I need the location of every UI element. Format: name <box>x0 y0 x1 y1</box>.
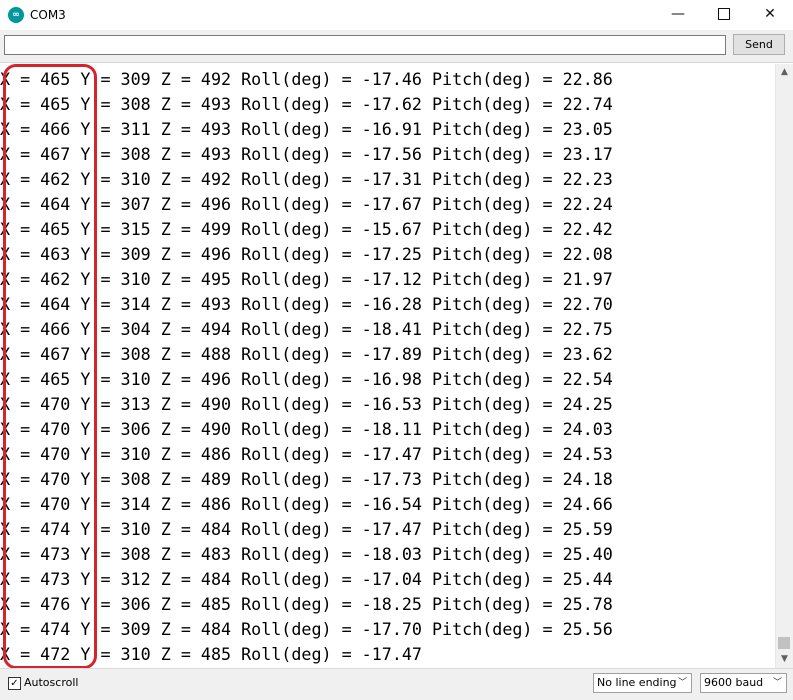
chevron-down-icon: ﹀ <box>677 678 687 688</box>
serial-line: X = 467 Y = 308 Z = 493 Roll(deg) = -17.… <box>0 144 613 164</box>
send-button[interactable]: Send <box>733 34 785 55</box>
send-bar: Send <box>0 30 793 63</box>
serial-line: X = 464 Y = 314 Z = 493 Roll(deg) = -16.… <box>0 294 613 314</box>
autoscroll-checkbox[interactable]: ✓ <box>8 677 21 690</box>
serial-line: X = 470 Y = 308 Z = 489 Roll(deg) = -17.… <box>0 469 613 489</box>
serial-line: X = 474 Y = 310 Z = 484 Roll(deg) = -17.… <box>0 519 613 539</box>
title-bar: ∞ COM3 — ✕ <box>0 0 793 30</box>
serial-line: X = 466 Y = 304 Z = 494 Roll(deg) = -18.… <box>0 319 613 339</box>
minimize-icon: — <box>671 6 685 22</box>
serial-line: X = 474 Y = 309 Z = 484 Roll(deg) = -17.… <box>0 619 613 639</box>
serial-line: X = 464 Y = 307 Z = 496 Roll(deg) = -17.… <box>0 194 613 214</box>
serial-line: X = 470 Y = 314 Z = 486 Roll(deg) = -16.… <box>0 494 613 514</box>
chevron-down-icon: ﹀ <box>772 678 782 688</box>
baud-rate-select[interactable]: 9600 baud ﹀ <box>700 673 787 693</box>
serial-line: X = 462 Y = 310 Z = 495 Roll(deg) = -17.… <box>0 269 613 289</box>
arduino-icon: ∞ <box>8 7 24 23</box>
serial-line: X = 466 Y = 311 Z = 493 Roll(deg) = -16.… <box>0 119 613 139</box>
minimize-button[interactable]: — <box>655 0 701 30</box>
close-icon: ✕ <box>764 6 776 22</box>
line-ending-select[interactable]: No line ending ﹀ <box>593 673 692 693</box>
serial-line: X = 465 Y = 308 Z = 493 Roll(deg) = -17.… <box>0 94 613 114</box>
serial-line: X = 462 Y = 310 Z = 492 Roll(deg) = -17.… <box>0 169 613 189</box>
serial-line: X = 467 Y = 308 Z = 488 Roll(deg) = -17.… <box>0 344 613 364</box>
line-ending-value: No line ending <box>597 676 677 689</box>
footer-bar: ✓ Autoscroll No line ending ﹀ 9600 baud … <box>0 668 793 700</box>
serial-line: X = 470 Y = 313 Z = 490 Roll(deg) = -16.… <box>0 394 613 414</box>
autoscroll-label: Autoscroll <box>24 676 79 689</box>
close-button[interactable]: ✕ <box>747 0 793 30</box>
scroll-up-icon[interactable]: ▲ <box>776 64 793 81</box>
serial-line: X = 465 Y = 309 Z = 492 Roll(deg) = -17.… <box>0 69 613 89</box>
vertical-scrollbar[interactable]: ▲ ▼ <box>775 64 793 668</box>
baud-rate-value: 9600 baud <box>704 676 764 689</box>
window-title: COM3 <box>30 8 66 22</box>
serial-line: X = 465 Y = 310 Z = 496 Roll(deg) = -16.… <box>0 369 613 389</box>
serial-line: X = 476 Y = 306 Z = 485 Roll(deg) = -18.… <box>0 594 613 614</box>
serial-line: X = 463 Y = 309 Z = 496 Roll(deg) = -17.… <box>0 244 613 264</box>
serial-line: X = 473 Y = 312 Z = 484 Roll(deg) = -17.… <box>0 569 613 589</box>
serial-input[interactable] <box>4 35 726 55</box>
serial-output[interactable]: X = 465 Y = 309 Z = 492 Roll(deg) = -17.… <box>0 64 775 668</box>
maximize-button[interactable] <box>701 0 747 30</box>
serial-line: X = 465 Y = 315 Z = 499 Roll(deg) = -15.… <box>0 219 613 239</box>
scroll-thumb[interactable] <box>778 637 790 649</box>
serial-line: X = 473 Y = 308 Z = 483 Roll(deg) = -18.… <box>0 544 613 564</box>
serial-line: X = 470 Y = 306 Z = 490 Roll(deg) = -18.… <box>0 419 613 439</box>
serial-line: X = 472 Y = 310 Z = 485 Roll(deg) = -17.… <box>0 644 422 664</box>
maximize-icon <box>718 8 730 20</box>
serial-line: X = 470 Y = 310 Z = 486 Roll(deg) = -17.… <box>0 444 613 464</box>
scroll-down-icon[interactable]: ▼ <box>776 651 793 668</box>
